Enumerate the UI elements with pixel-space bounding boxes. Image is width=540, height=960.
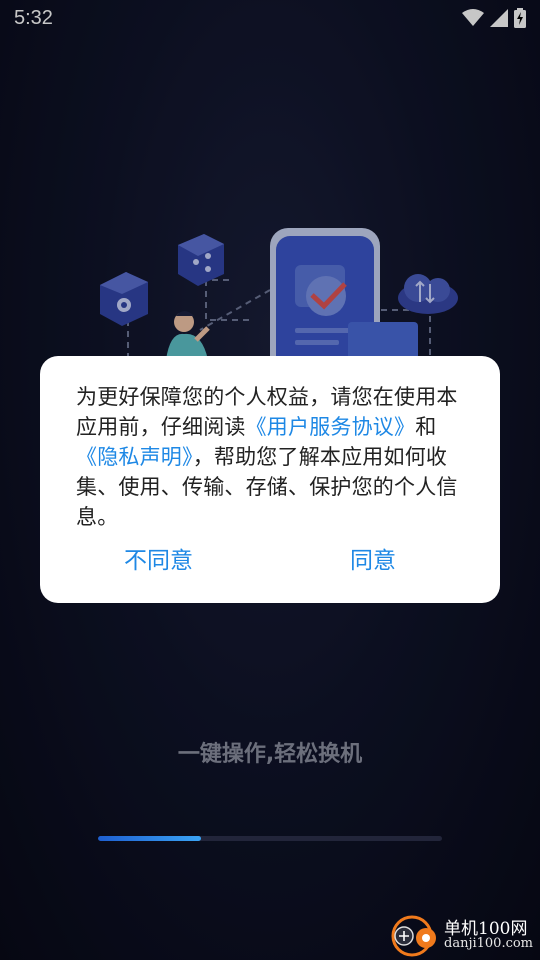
privacy-dialog: 为更好保障您的个人权益，请您在使用本应用前，仔细阅读《用户服务协议》和《隐私声明… <box>40 356 500 603</box>
user-agreement-link[interactable]: 《用户服务协议》 <box>246 415 416 439</box>
dialog-actions: 不同意 同意 <box>40 541 500 581</box>
loading-progress-fill <box>98 836 202 841</box>
loading-progress-bar <box>98 836 442 841</box>
watermark-logo-icon <box>391 915 436 957</box>
message-text-2: 和 <box>415 415 437 439</box>
watermark-url: danji100.com <box>444 936 534 951</box>
dialog-message: 为更好保障您的个人权益，请您在使用本应用前，仔细阅读《用户服务协议》和《隐私声明… <box>76 382 464 532</box>
slogan-text: 一键操作,轻松换机 <box>177 742 363 767</box>
agree-button[interactable]: 同意 <box>342 541 404 581</box>
privacy-statement-link[interactable]: 《隐私声明》 <box>76 445 193 469</box>
watermark: 单机100网 danji100.com <box>388 912 536 958</box>
disagree-button[interactable]: 不同意 <box>116 541 201 581</box>
